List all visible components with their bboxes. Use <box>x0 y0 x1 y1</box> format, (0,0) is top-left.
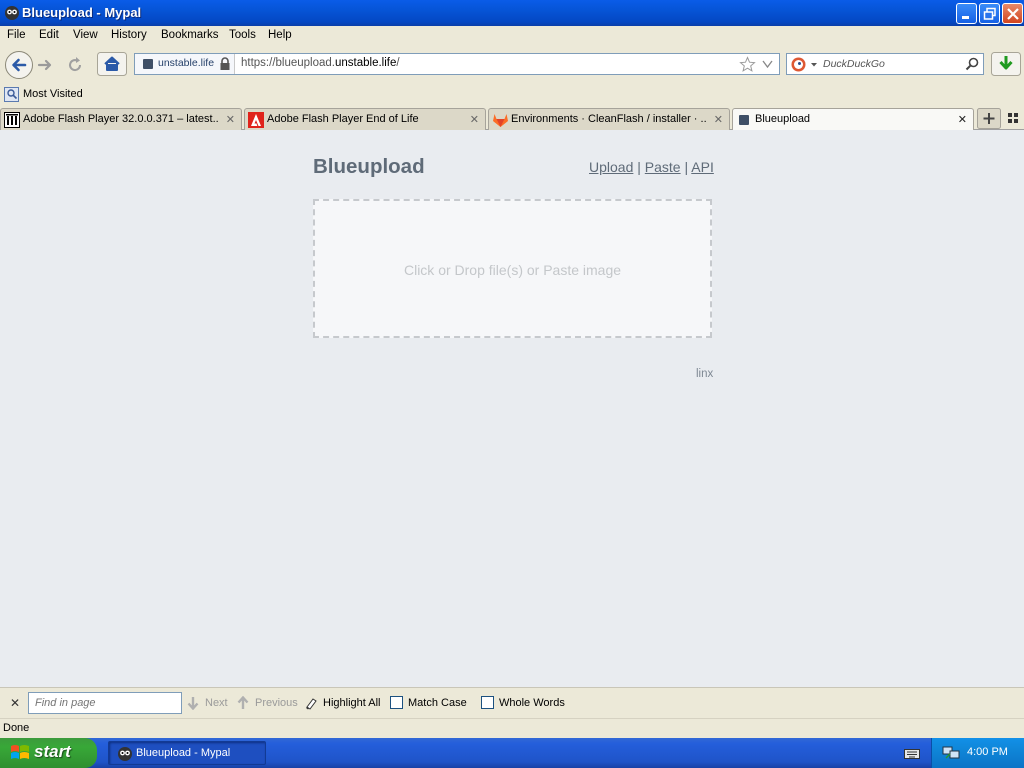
previous-arrow-icon <box>237 696 249 709</box>
adobe-icon <box>248 112 264 128</box>
menu-view[interactable]: View <box>73 29 98 41</box>
dropzone-text: Click or Drop file(s) or Paste image <box>403 262 622 278</box>
match-case-label[interactable]: Match Case <box>408 697 467 709</box>
upload-dropzone[interactable]: Click or Drop file(s) or Paste image <box>313 199 712 338</box>
linx-footer-link[interactable]: linx <box>696 368 713 380</box>
lock-icon <box>220 57 230 70</box>
highlight-all-button[interactable]: Highlight All <box>323 697 380 709</box>
back-button[interactable] <box>4 50 34 80</box>
menu-help[interactable]: Help <box>268 29 292 41</box>
tab-label: Adobe Flash Player End of Life <box>267 113 419 125</box>
page-content: Blueupload Upload | Paste | API Click or… <box>0 130 1024 687</box>
home-button[interactable] <box>97 52 127 76</box>
upload-link[interactable]: Upload <box>589 159 633 175</box>
tab-label: Adobe Flash Player 32.0.0.371 – latest..… <box>23 113 219 125</box>
menu-tools[interactable]: Tools <box>229 29 256 41</box>
minimize-icon <box>962 16 969 19</box>
match-case-checkbox[interactable] <box>390 696 403 709</box>
tab-close-icon[interactable]: ✕ <box>470 113 479 126</box>
bookmarks-toolbar: Most Visited <box>0 84 1024 106</box>
site-favicon-icon <box>143 59 153 69</box>
api-link[interactable]: API <box>691 159 714 175</box>
tab-label: Blueupload <box>755 113 811 125</box>
system-tray: 4:00 PM <box>931 738 1024 768</box>
navigation-toolbar: unstable.life https://blueupload.unstabl… <box>0 46 1024 84</box>
url-dropdown-icon[interactable] <box>762 60 773 69</box>
find-in-page-field[interactable] <box>28 692 182 714</box>
search-icon[interactable] <box>965 57 980 72</box>
highlighter-icon <box>306 698 317 710</box>
minimize-button[interactable] <box>956 3 977 24</box>
find-previous-button[interactable]: Previous <box>255 697 298 709</box>
top-navigation: Upload | Paste | API <box>589 159 714 175</box>
reload-button[interactable] <box>64 54 86 76</box>
tab-flash-end-of-life[interactable]: Adobe Flash Player End of Life ✕ <box>244 108 486 130</box>
windows-taskbar: start Blueupload - Mypal 4:00 PM <box>0 738 1024 768</box>
url-prefix: https://blueupload. <box>241 57 335 69</box>
url-bar[interactable]: unstable.life https://blueupload.unstabl… <box>134 53 780 75</box>
site-identity-button[interactable]: unstable.life <box>135 54 235 74</box>
bookmark-star-icon[interactable] <box>739 56 756 73</box>
most-visited-icon[interactable] <box>4 87 19 102</box>
status-text: Done <box>3 722 30 734</box>
start-button[interactable]: start <box>0 738 97 768</box>
brand-title[interactable]: Blueupload <box>313 155 425 179</box>
list-all-tabs-icon[interactable] <box>1007 112 1020 125</box>
status-bar: Done <box>0 718 1024 738</box>
most-visited-link[interactable]: Most Visited <box>23 88 83 100</box>
tab-close-icon[interactable]: ✕ <box>958 113 967 126</box>
archive-site-icon <box>4 112 20 128</box>
keyboard-icon[interactable] <box>904 746 920 760</box>
blueupload-favicon-icon <box>739 115 749 125</box>
search-bar[interactable]: DuckDuckGo <box>786 53 984 75</box>
find-bar: ✕ Next Previous Highlight All Match Case… <box>0 687 1024 718</box>
tab-close-icon[interactable]: ✕ <box>714 113 723 126</box>
taskbar-item-label: Blueupload - Mypal <box>136 747 231 759</box>
tab-close-icon[interactable]: ✕ <box>226 113 235 126</box>
duckduckgo-engine-icon[interactable] <box>791 57 819 72</box>
window-title: Blueupload - Mypal <box>22 5 142 20</box>
url-domain: unstable.life <box>335 57 397 69</box>
nav-separator: | <box>637 159 641 175</box>
url-text[interactable]: https://blueupload.unstable.life/ <box>241 57 400 69</box>
tab-cleanflash-environments[interactable]: Environments · CleanFlash / installer · … <box>488 108 730 130</box>
nav-separator: | <box>684 159 689 175</box>
search-placeholder: DuckDuckGo <box>823 58 885 70</box>
url-suffix: / <box>396 57 400 69</box>
start-label: start <box>34 742 71 761</box>
whole-words-checkbox[interactable] <box>481 696 494 709</box>
find-next-button[interactable]: Next <box>205 697 228 709</box>
restore-icon <box>983 7 996 20</box>
find-bar-close-icon[interactable]: ✕ <box>10 696 20 710</box>
tab-flash-player-latest[interactable]: Adobe Flash Player 32.0.0.371 – latest..… <box>0 108 242 130</box>
menu-bookmarks[interactable]: Bookmarks <box>161 29 219 41</box>
mypal-task-icon <box>118 747 132 761</box>
windows-logo-icon <box>11 745 29 759</box>
forward-button[interactable] <box>35 55 55 75</box>
close-window-button[interactable] <box>1002 3 1023 24</box>
whole-words-label[interactable]: Whole Words <box>499 697 565 709</box>
site-identity-name: unstable.life <box>158 57 215 69</box>
menu-edit[interactable]: Edit <box>39 29 59 41</box>
menu-history[interactable]: History <box>111 29 147 41</box>
next-arrow-icon <box>187 697 199 710</box>
menu-bar: File Edit View History Bookmarks Tools H… <box>0 26 1024 46</box>
downloads-button[interactable] <box>991 52 1021 76</box>
close-icon <box>1007 8 1019 20</box>
clock[interactable]: 4:00 PM <box>967 746 1008 758</box>
tab-blueupload[interactable]: Blueupload ✕ <box>732 108 974 131</box>
new-tab-button[interactable] <box>977 108 1001 129</box>
paste-link[interactable]: Paste <box>645 159 681 175</box>
menu-file[interactable]: File <box>7 29 26 41</box>
tab-label: Environments · CleanFlash / installer · … <box>511 113 707 125</box>
find-input[interactable] <box>29 693 181 713</box>
maximize-button[interactable] <box>979 3 1000 24</box>
tab-strip: Adobe Flash Player 32.0.0.371 – latest..… <box>0 106 1024 131</box>
network-icon[interactable] <box>942 745 960 761</box>
window-title-bar: Blueupload - Mypal <box>0 0 1024 26</box>
gitlab-icon <box>493 114 508 127</box>
taskbar-item-mypal[interactable]: Blueupload - Mypal <box>108 741 266 765</box>
mypal-app-icon <box>5 6 19 20</box>
